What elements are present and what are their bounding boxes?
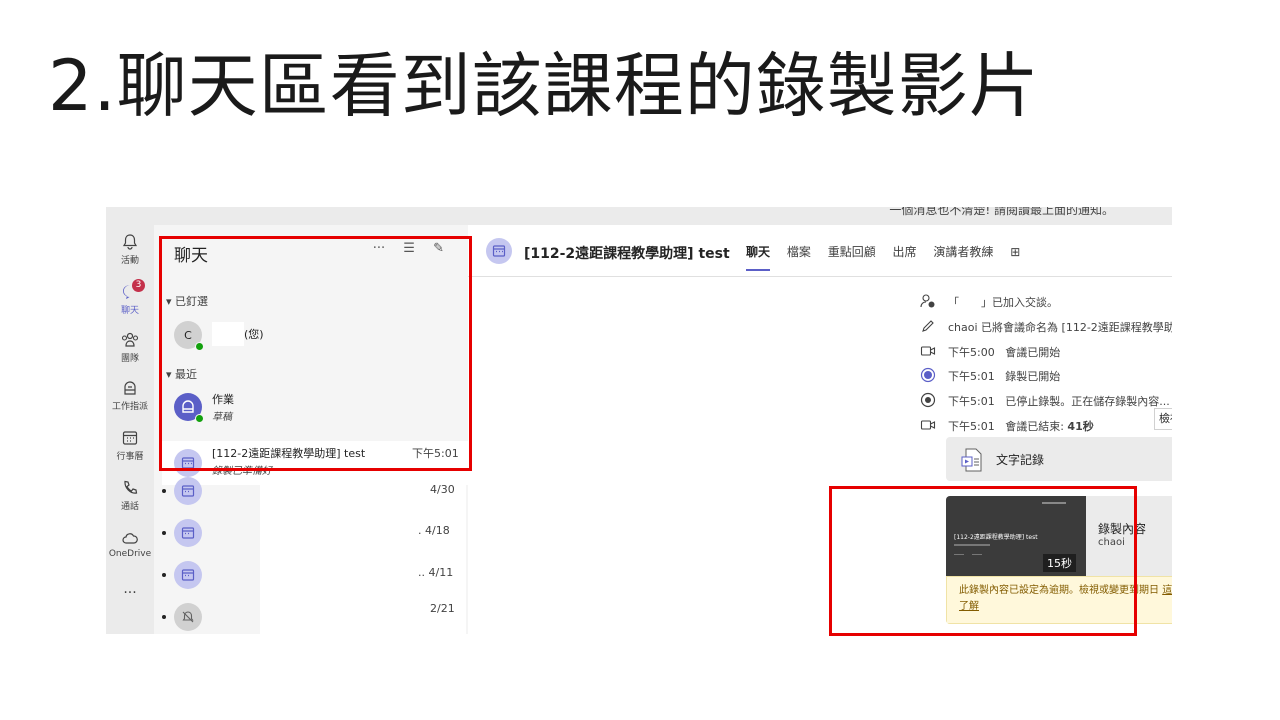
tab-files[interactable]: 檔案	[787, 243, 811, 260]
meeting-tabs: 聊天 檔案 重點回顧 出席 演講者教練 ⊞	[746, 243, 1033, 271]
rail-label-onedrive: OneDrive	[108, 549, 152, 559]
slide-title: 2.聊天區看到該課程的錄製影片	[48, 45, 1040, 127]
teams-icon	[121, 332, 139, 347]
person-add-icon	[920, 293, 936, 309]
meeting-avatar	[174, 561, 202, 589]
rail-item-more[interactable]: ...	[106, 581, 154, 597]
rail-item-activity[interactable]: 活動	[106, 233, 154, 266]
rail-item-teams[interactable]: 團隊	[106, 331, 154, 364]
calendar-icon	[122, 431, 138, 445]
phone-icon	[124, 480, 138, 494]
rail-label-activity: 活動	[120, 256, 139, 266]
event-recording-started: 下午5:01 錄製已開始	[948, 370, 1061, 383]
rail-label-calendar: 行事曆	[116, 452, 144, 462]
bell-icon	[122, 234, 138, 250]
calendar-icon	[181, 485, 195, 497]
tab-chat[interactable]: 聊天	[746, 243, 771, 271]
video-icon	[920, 343, 936, 359]
list-bullet	[162, 489, 166, 493]
tab-attendance[interactable]: 出席	[893, 243, 917, 260]
rail-item-onedrive[interactable]: OneDrive	[106, 529, 154, 559]
event-meeting-started: 下午5:00 會議已開始	[948, 346, 1061, 359]
record-icon	[920, 367, 936, 383]
pencil-icon	[920, 318, 936, 334]
meeting-avatar	[174, 477, 202, 505]
chat-item-time: 4/30	[430, 483, 455, 496]
chat-badge: 3	[132, 279, 145, 292]
video-icon	[920, 417, 936, 433]
assignments-icon	[124, 381, 136, 395]
calendar-icon	[181, 527, 195, 539]
record-stop-icon	[920, 392, 936, 408]
rail-label-chat: 聊天	[120, 306, 139, 316]
meeting-avatar	[174, 519, 202, 547]
transcript-icon	[961, 448, 982, 472]
event-renamed: chaoi 已將會議命名為 [112-2遠距課程教學助理] test。	[948, 321, 1172, 334]
more-icon: ...	[123, 581, 137, 597]
tab-recap[interactable]: 重點回顧	[828, 243, 876, 260]
rail-item-calendar[interactable]: 行事曆	[106, 429, 154, 462]
list-bullet	[162, 573, 166, 577]
chat-item-time: . 4/18	[418, 524, 450, 537]
calendar-icon	[181, 569, 195, 581]
rail-item-calls[interactable]: 通話	[106, 479, 154, 512]
meeting-title: [112-2遠距課程教學助理] test	[524, 246, 730, 262]
event-recording-stopped: 下午5:01 已停止錄製。正在儲存錄製內容...	[948, 395, 1170, 408]
link-here[interactable]: 這裡	[1162, 585, 1172, 596]
highlight-chat-list	[159, 236, 472, 471]
rail-item-assignments[interactable]: 工作指派	[106, 379, 154, 412]
transcript-label: 文字記錄	[996, 453, 1045, 467]
chat-item-time: 2/21	[430, 602, 455, 615]
rail-label-calls: 通話	[120, 502, 139, 512]
cloud-icon	[122, 533, 138, 544]
add-tab-icon[interactable]: ⊞	[1010, 245, 1020, 259]
rail-label-assignments: 工作指派	[111, 402, 148, 412]
app-rail: 活動 3 聊天 團隊 工作指派 行事曆 通話 OneDrive ...	[106, 225, 154, 634]
highlight-recording	[829, 486, 1137, 636]
calendar-icon	[492, 245, 506, 257]
bell-off-icon	[182, 611, 194, 623]
meeting-avatar	[486, 238, 512, 264]
muted-chat-avatar	[174, 603, 202, 631]
list-bullet	[162, 615, 166, 619]
rail-item-chat[interactable]: 3 聊天	[106, 279, 154, 316]
list-bullet	[162, 531, 166, 535]
rail-label-teams: 團隊	[120, 354, 139, 364]
transcript-card[interactable]: 文字記錄 ···	[946, 437, 1172, 481]
tab-speaker-coach[interactable]: 演講者教練	[933, 243, 993, 260]
meeting-header: [112-2遠距課程教學助理] test 聊天 檔案 重點回顧 出席 演講者教練…	[468, 225, 1172, 277]
event-meeting-ended: 下午5:01 會議已結束: 41秒	[948, 420, 1094, 433]
top-banner: 一個消息也不清楚! 請閱讀最上面的通知。	[106, 207, 1172, 225]
chat-item-time: .. 4/11	[418, 566, 454, 579]
event-joined: 「 」已加入交談。	[948, 296, 1058, 309]
view-recap-button[interactable]: 檢視重點回顧	[1154, 408, 1172, 430]
